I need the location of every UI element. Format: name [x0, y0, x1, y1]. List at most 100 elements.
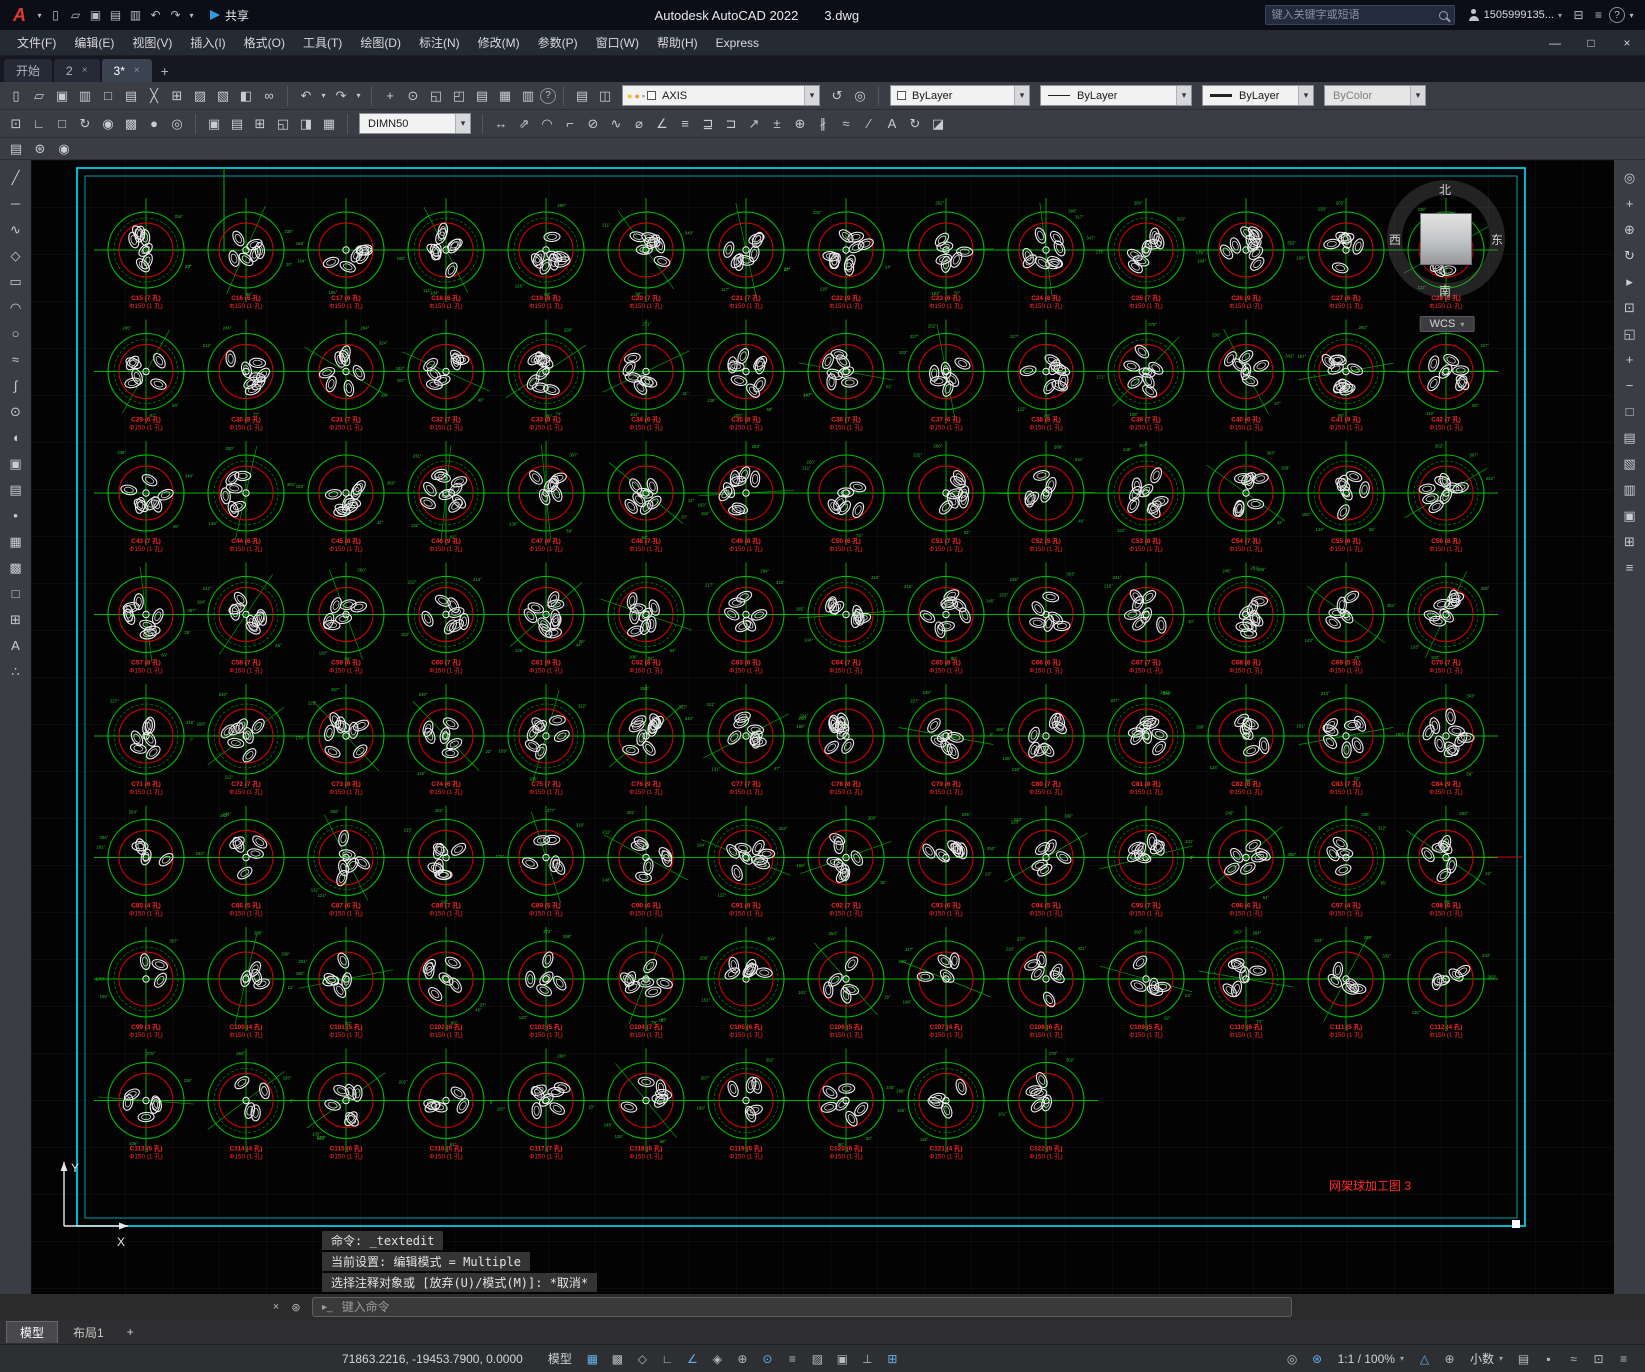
help-icon[interactable]: ?: [1609, 7, 1625, 23]
text-tool-icon[interactable]: A: [4, 634, 28, 657]
help-arrow-icon[interactable]: ▾: [1626, 6, 1637, 25]
zoom-tool-icon[interactable]: ⊕: [1618, 218, 1642, 241]
revision-cloud-tool-icon[interactable]: ≈: [4, 348, 28, 371]
cut-clip-icon[interactable]: ╳: [143, 85, 165, 107]
insert-block-tool-icon[interactable]: ▣: [4, 452, 28, 475]
camera-icon[interactable]: ◎: [166, 113, 188, 135]
continue-dimension-icon[interactable]: ⊐: [720, 113, 742, 135]
quick-properties-button[interactable]: ▤: [1512, 1349, 1535, 1369]
showmotion-icon[interactable]: ▸: [1618, 270, 1642, 293]
radius-dimension-icon[interactable]: ⊘: [582, 113, 604, 135]
navigation-wheel-icon[interactable]: ◎: [1618, 166, 1642, 189]
ellipse-tool-icon[interactable]: ⊙: [4, 400, 28, 423]
menu-item[interactable]: 文件(F): [8, 30, 65, 55]
zoom-in-icon[interactable]: +: [1618, 348, 1642, 371]
autocad-logo[interactable]: A: [8, 5, 31, 26]
properties-palette-icon[interactable]: ▤: [471, 85, 493, 107]
zoom-previous-icon[interactable]: ◰: [448, 85, 470, 107]
circle-tool-icon[interactable]: ○: [4, 322, 28, 345]
menu-item[interactable]: 帮助(H): [648, 30, 707, 55]
baseline-dimension-icon[interactable]: ⊒: [697, 113, 719, 135]
undo-icon[interactable]: ↶: [295, 85, 317, 107]
toolpalettes-icon[interactable]: ▥: [517, 85, 539, 107]
compass-east-label[interactable]: 东: [1491, 231, 1503, 248]
units-button[interactable]: 小数 ▾: [1463, 1350, 1510, 1367]
copy-clip-icon[interactable]: ⊞: [166, 85, 188, 107]
qat-customize-icon[interactable]: ▾: [186, 6, 197, 25]
plot-icon[interactable]: ▥: [74, 85, 96, 107]
quick-dimension-icon[interactable]: ≡: [674, 113, 696, 135]
drawing-canvas[interactable]: 网架球加工图 3 Y X 23° 23° 316° C15 (7 孔) Φ150 (1 孔) 2…: [31, 160, 1614, 1294]
compass-north-label[interactable]: 北: [1439, 181, 1451, 198]
aligned-dimension-icon[interactable]: ⇗: [513, 113, 535, 135]
menu-item[interactable]: Express: [707, 30, 768, 55]
annotation-scale-button[interactable]: 1:1 / 100% ▾: [1331, 1352, 1411, 1366]
menu-item[interactable]: 插入(I): [181, 30, 234, 55]
user-account-button[interactable]: 1505999135... ▾: [1468, 9, 1562, 21]
count-palette-icon[interactable]: ⊞: [1618, 530, 1642, 553]
rectangle-tool-icon[interactable]: ▭: [4, 270, 28, 293]
ordinate-dimension-icon[interactable]: ⌐: [559, 113, 581, 135]
dynamic-input-button[interactable]: ⊞: [881, 1349, 904, 1369]
command-input-bar[interactable]: ▸_: [312, 1297, 1292, 1317]
frame-toggle-icon[interactable]: ▦: [318, 113, 340, 135]
insert-block-icon[interactable]: ▣: [203, 113, 225, 135]
help-icon[interactable]: ?: [540, 87, 556, 104]
minimize-button[interactable]: —: [1537, 30, 1573, 55]
layout-tab[interactable]: 布局1: [60, 1322, 117, 1343]
match-properties-icon[interactable]: ▧: [212, 85, 234, 107]
construction-line-tool-icon[interactable]: ─: [4, 192, 28, 215]
blocks-palette-icon[interactable]: ▣: [1618, 504, 1642, 527]
command-close-icon[interactable]: ×: [266, 1297, 286, 1317]
zoom-extents-icon[interactable]: ⊡: [1618, 296, 1642, 319]
polyline-tool-icon[interactable]: ∿: [4, 218, 28, 241]
open-file-icon[interactable]: ▱: [66, 6, 85, 25]
dimension-update-icon[interactable]: ↻: [904, 113, 926, 135]
point-style-tool-icon[interactable]: ∴: [4, 660, 28, 683]
redo-list-arrow-icon[interactable]: ▾: [353, 85, 364, 107]
model-space-button[interactable]: 模型: [541, 1350, 579, 1367]
close-tab-icon[interactable]: ×: [82, 65, 88, 76]
grid-display-button[interactable]: ▦: [581, 1349, 604, 1369]
color-dropdown[interactable]: ByLayer ▾: [890, 85, 1030, 106]
plot-preview-icon[interactable]: □: [97, 85, 119, 107]
compass-west-label[interactable]: 西: [1389, 231, 1401, 248]
save-as-icon[interactable]: ▤: [106, 6, 125, 25]
named-views-icon[interactable]: □: [51, 113, 73, 135]
autoscale-button[interactable]: ⊕: [1438, 1349, 1461, 1369]
hyperlink-icon[interactable]: ∞: [258, 85, 280, 107]
save-icon[interactable]: ▣: [86, 6, 105, 25]
file-tab[interactable]: 3* ×: [101, 59, 152, 82]
object-snap-button[interactable]: ⊙: [756, 1349, 779, 1369]
restore-button[interactable]: □: [1573, 30, 1609, 55]
command-input[interactable]: [341, 1300, 1282, 1314]
image-adjust-icon[interactable]: ◨: [295, 113, 317, 135]
hatch-tool-icon[interactable]: ▦: [4, 530, 28, 553]
table-tool-icon[interactable]: ⊞: [4, 608, 28, 631]
ucs-icon[interactable]: ∟: [28, 113, 50, 135]
app-menu-arrow-icon[interactable]: ▾: [34, 6, 45, 25]
workspace-icon[interactable]: ⊛: [29, 138, 51, 159]
gradient-tool-icon[interactable]: ▩: [4, 556, 28, 579]
lineweight-dropdown[interactable]: ByLayer ▾: [1202, 85, 1314, 106]
hardware-acceleration-button[interactable]: ⊛: [1306, 1349, 1329, 1369]
render-icon[interactable]: ◉: [97, 113, 119, 135]
publish-icon[interactable]: ▤: [120, 85, 142, 107]
undo-list-arrow-icon[interactable]: ▾: [318, 85, 329, 107]
customization-menu-button[interactable]: ≡: [1612, 1349, 1635, 1369]
plot-icon[interactable]: ▥: [126, 6, 145, 25]
redo-icon[interactable]: ↷: [166, 6, 185, 25]
redo-icon[interactable]: ↷: [330, 85, 352, 107]
command-macros-icon[interactable]: ≡: [1618, 556, 1642, 579]
viewcube-cube[interactable]: [1420, 213, 1472, 265]
xref-attach-icon[interactable]: ⊞: [249, 113, 271, 135]
search-input[interactable]: [1271, 9, 1433, 21]
properties-panel-icon[interactable]: ▥: [1618, 478, 1642, 501]
annotation-monitor-icon[interactable]: ◉: [53, 138, 75, 159]
menu-item[interactable]: 编辑(E): [65, 30, 123, 55]
close-tab-icon[interactable]: ×: [134, 65, 140, 76]
menu-item[interactable]: 标注(N): [410, 30, 469, 55]
dimension-edit-icon[interactable]: ∕: [858, 113, 880, 135]
spline-tool-icon[interactable]: ∫: [4, 374, 28, 397]
create-block-icon[interactable]: ▤: [226, 113, 248, 135]
